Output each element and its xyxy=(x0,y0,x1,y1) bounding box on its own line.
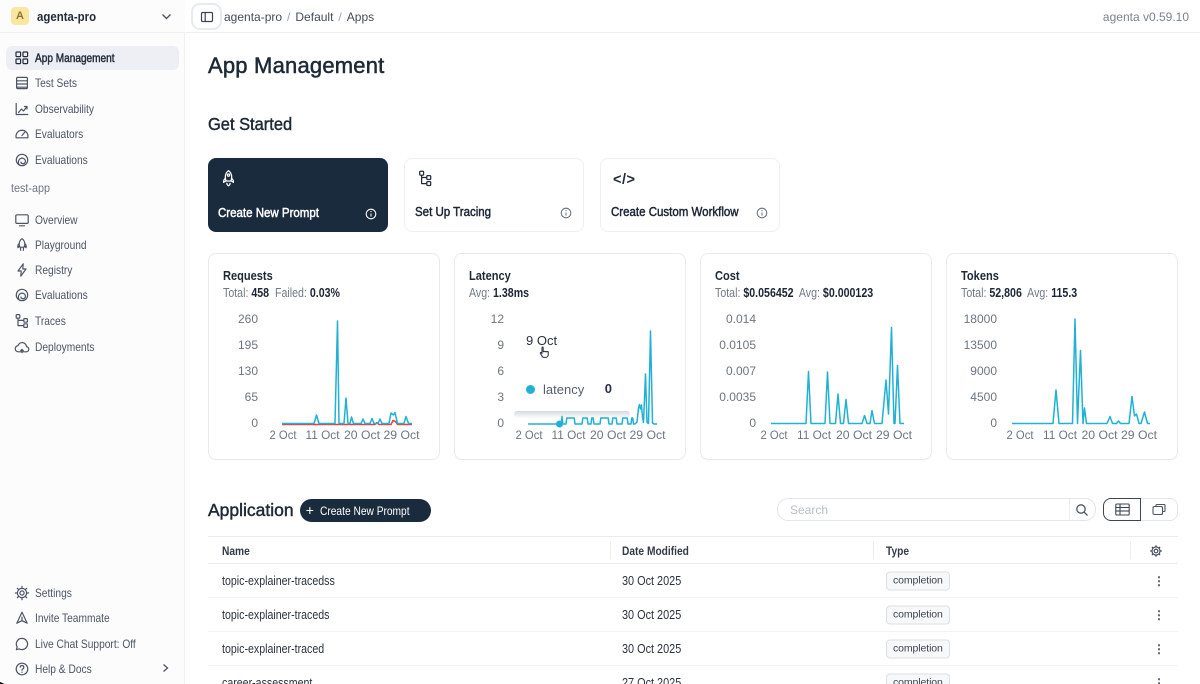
svg-text:65: 65 xyxy=(245,390,259,404)
svg-text:20 Oct: 20 Oct xyxy=(344,428,381,442)
svg-text:0: 0 xyxy=(497,416,504,430)
svg-text:11 Oct: 11 Oct xyxy=(1043,428,1078,442)
svg-text:2 Oct: 2 Oct xyxy=(761,428,789,442)
svg-text:2 Oct: 2 Oct xyxy=(1007,428,1035,442)
svg-text:6: 6 xyxy=(497,364,504,378)
svg-text:9: 9 xyxy=(497,338,504,352)
svg-text:11 Oct: 11 Oct xyxy=(306,428,341,442)
svg-text:11 Oct: 11 Oct xyxy=(552,428,587,442)
svg-text:0.014: 0.014 xyxy=(726,312,756,326)
svg-text:12: 12 xyxy=(491,312,505,326)
svg-text:13500: 13500 xyxy=(964,338,998,352)
svg-text:29 Oct: 29 Oct xyxy=(384,428,421,442)
svg-text:20 Oct: 20 Oct xyxy=(1082,428,1119,442)
svg-text:20 Oct: 20 Oct xyxy=(836,428,873,442)
svg-text:195: 195 xyxy=(238,338,258,352)
svg-text:0: 0 xyxy=(749,416,756,430)
svg-text:29 Oct: 29 Oct xyxy=(630,428,667,442)
svg-text:4500: 4500 xyxy=(970,390,997,404)
svg-text:29 Oct: 29 Oct xyxy=(1121,428,1158,442)
svg-text:0.007: 0.007 xyxy=(726,364,756,378)
svg-text:0: 0 xyxy=(251,416,258,430)
svg-text:0.0035: 0.0035 xyxy=(719,390,756,404)
svg-text:11 Oct: 11 Oct xyxy=(797,428,832,442)
svg-text:18000: 18000 xyxy=(964,312,998,326)
svg-text:3: 3 xyxy=(497,390,504,404)
svg-text:0.0105: 0.0105 xyxy=(719,338,756,352)
svg-text:29 Oct: 29 Oct xyxy=(876,428,913,442)
svg-text:0: 0 xyxy=(990,416,997,430)
svg-text:260: 260 xyxy=(238,312,258,326)
svg-text:9000: 9000 xyxy=(970,364,997,378)
svg-text:130: 130 xyxy=(238,364,258,378)
svg-text:2 Oct: 2 Oct xyxy=(516,428,544,442)
svg-text:2 Oct: 2 Oct xyxy=(270,428,298,442)
svg-text:20 Oct: 20 Oct xyxy=(590,428,627,442)
